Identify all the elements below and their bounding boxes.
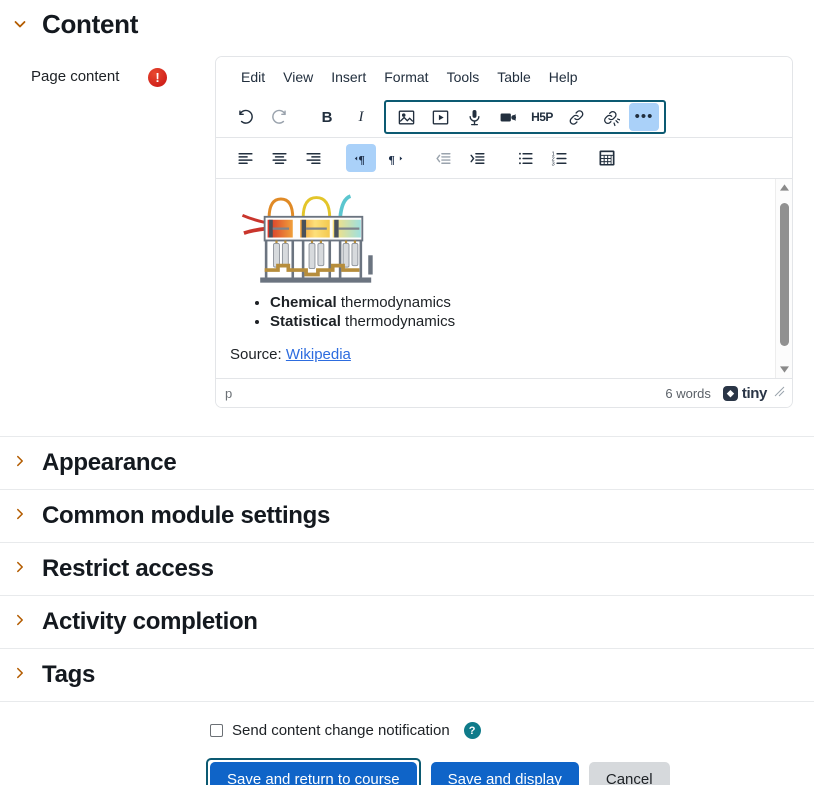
- menu-format[interactable]: Format: [375, 65, 437, 89]
- page-content-label: Page content: [31, 68, 120, 85]
- sidebar-item-restrict-access[interactable]: Restrict access: [0, 542, 814, 595]
- table-icon[interactable]: [592, 144, 622, 172]
- source-prefix: Source:: [230, 345, 286, 363]
- editor-toolbar-row-1: B I H5P •••: [216, 97, 792, 137]
- unlink-icon[interactable]: [595, 103, 625, 131]
- microphone-icon[interactable]: [459, 103, 489, 131]
- numbered-list-icon[interactable]: 123: [544, 144, 574, 172]
- list-item: Statistical thermodynamics: [270, 313, 778, 331]
- editor-statusbar: p 6 words ◆ tiny: [216, 378, 792, 407]
- send-notification-row: Send content change notification ?: [0, 702, 814, 739]
- section-title: Activity completion: [42, 608, 258, 635]
- collapsed-sections: Appearance Common module settings Restri…: [0, 436, 814, 701]
- scroll-down-arrow-icon[interactable]: [776, 361, 792, 378]
- menu-edit[interactable]: Edit: [232, 65, 274, 89]
- svg-text:3: 3: [551, 161, 554, 167]
- ltr-icon[interactable]: ¶: [346, 144, 376, 172]
- chevron-right-icon: [12, 454, 28, 473]
- error-exclamation-icon[interactable]: !: [148, 68, 167, 87]
- element-path[interactable]: p: [225, 386, 665, 401]
- bold-glyph: B: [321, 108, 333, 126]
- save-and-return-to-course-button[interactable]: Save and return to course: [210, 762, 417, 785]
- editor-toolbar-row-2: ¶ ¶ 123: [216, 137, 792, 178]
- sidebar-item-appearance[interactable]: Appearance: [0, 436, 814, 489]
- outdent-icon[interactable]: [428, 144, 458, 172]
- redo-icon[interactable]: [264, 103, 294, 131]
- help-question-icon[interactable]: ?: [463, 722, 481, 739]
- list-item-bold: Statistical: [270, 313, 341, 331]
- align-right-icon[interactable]: [298, 144, 328, 172]
- menu-help[interactable]: Help: [540, 65, 587, 89]
- more-icon[interactable]: •••: [629, 103, 659, 131]
- editor-content-area[interactable]: Chemical thermodynamics Statistical ther…: [216, 178, 792, 378]
- italic-glyph: I: [358, 108, 364, 125]
- image-icon[interactable]: [391, 103, 421, 131]
- align-center-icon[interactable]: [264, 144, 294, 172]
- sidebar-item-common-module-settings[interactable]: Common module settings: [0, 489, 814, 542]
- send-notification-label: Send content change notification: [232, 722, 450, 739]
- chevron-right-icon: [12, 613, 28, 632]
- resize-grip-icon[interactable]: [774, 386, 785, 400]
- triple-expansion-steam-engine-diagram: [238, 190, 386, 288]
- page-content-row: Page content ! Edit View Insert Format T…: [0, 48, 814, 408]
- save-return-focus-ring: Save and return to course: [206, 758, 421, 785]
- menu-view[interactable]: View: [274, 65, 322, 89]
- list-item-rest: thermodynamics: [340, 313, 456, 331]
- menu-insert[interactable]: Insert: [322, 65, 375, 89]
- scroll-up-arrow-icon[interactable]: [776, 179, 792, 196]
- sidebar-item-tags[interactable]: Tags: [0, 648, 814, 701]
- toolbar-insert-group-focused: H5P •••: [384, 100, 666, 134]
- chevron-down-icon[interactable]: [12, 16, 28, 32]
- cancel-button[interactable]: Cancel: [588, 762, 670, 785]
- scrollbar-thumb[interactable]: [780, 203, 789, 346]
- h5p-icon[interactable]: H5P: [527, 103, 557, 131]
- chevron-right-icon: [12, 666, 28, 685]
- section-title: Common module settings: [42, 502, 331, 529]
- video-camera-icon[interactable]: [493, 103, 523, 131]
- content-bullet-list: Chemical thermodynamics Statistical ther…: [252, 294, 778, 332]
- link-icon[interactable]: [561, 103, 591, 131]
- media-icon[interactable]: [425, 103, 455, 131]
- page-title: Content: [42, 8, 139, 39]
- align-left-icon[interactable]: [230, 144, 260, 172]
- tiny-mark-glyph: ◆: [722, 385, 738, 401]
- source-line: Source: Wikipedia: [230, 346, 778, 363]
- svg-text:¶: ¶: [388, 152, 394, 166]
- section-header-content[interactable]: Content: [0, 0, 814, 48]
- list-item-rest: thermodynamics: [336, 294, 451, 311]
- word-count: 6 words: [665, 385, 711, 401]
- chevron-right-icon: [12, 560, 28, 579]
- bold-icon[interactable]: B: [312, 103, 342, 131]
- save-and-display-button[interactable]: Save and display: [430, 762, 579, 785]
- list-item: Chemical thermodynamics: [270, 294, 778, 312]
- sidebar-item-activity-completion[interactable]: Activity completion: [0, 595, 814, 648]
- more-dots-glyph: •••: [634, 108, 654, 125]
- editor-vertical-scrollbar[interactable]: [775, 179, 792, 378]
- page-edit-form: Content Page content ! Edit View Insert …: [0, 0, 814, 785]
- menu-table[interactable]: Table: [488, 65, 539, 89]
- section-title: Appearance: [42, 449, 177, 476]
- page-content-label-col: Page content !: [0, 56, 215, 87]
- bullet-list-icon[interactable]: [510, 144, 540, 172]
- tiny-brand-name: tiny: [741, 384, 767, 402]
- wikipedia-link[interactable]: Wikipedia: [286, 346, 351, 363]
- h5p-glyph: H5P: [531, 110, 553, 124]
- svg-text:¶: ¶: [358, 152, 364, 166]
- chevron-right-icon: [12, 507, 28, 526]
- form-action-buttons: Save and return to course Save and displ…: [0, 739, 814, 785]
- list-item-bold: Chemical: [270, 294, 337, 311]
- rtl-icon[interactable]: ¶: [380, 144, 410, 172]
- menu-tools[interactable]: Tools: [438, 65, 489, 89]
- send-notification-checkbox[interactable]: [210, 724, 223, 737]
- indent-icon[interactable]: [462, 144, 492, 172]
- section-title: Restrict access: [42, 555, 214, 582]
- tiny-logo-icon[interactable]: ◆ tiny: [722, 384, 767, 402]
- section-title: Tags: [42, 661, 96, 688]
- editor-menubar: Edit View Insert Format Tools Table Help: [216, 57, 792, 97]
- tinymce-editor[interactable]: Edit View Insert Format Tools Table Help…: [215, 56, 793, 408]
- editor-content-inner: Chemical thermodynamics Statistical ther…: [216, 179, 792, 363]
- undo-icon[interactable]: [230, 103, 260, 131]
- italic-icon[interactable]: I: [346, 103, 376, 131]
